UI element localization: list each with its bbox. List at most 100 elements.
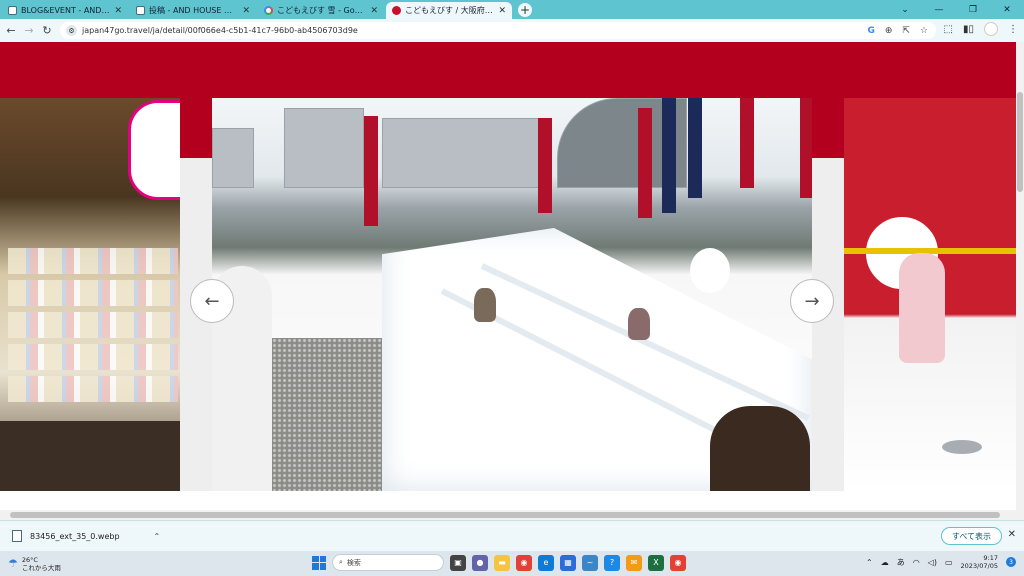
doc-icon [136, 6, 145, 15]
windows-start-icon[interactable] [312, 555, 326, 570]
toolbar-right: ⬚ ▮▯ ⋮ [944, 22, 1018, 36]
close-download-bar-icon[interactable]: ✕ [1008, 529, 1016, 540]
close-window-button[interactable]: ✕ [990, 5, 1024, 15]
tab-google-search[interactable]: こどもえびす 雪 - Google 検索 ✕ [258, 2, 384, 19]
tab-japan47go[interactable]: こどもえびす / 大阪府 -【JAPAN 4 ✕ [386, 2, 512, 19]
excel-icon[interactable]: X [648, 554, 664, 571]
url-text[interactable]: japan47go.travel/ja/detail/00f066e4-c5b1… [82, 26, 867, 35]
bookmark-star-icon[interactable]: ☆ [920, 26, 928, 36]
show-all-downloads-button[interactable]: すべて表示 [940, 527, 1002, 545]
vertical-scrollbar[interactable] [1016, 42, 1024, 520]
maximize-button[interactable]: ❐ [956, 5, 990, 15]
carousel-slide-next[interactable] [844, 98, 1016, 491]
carousel-slide-prev[interactable] [0, 98, 180, 491]
search-placeholder: 検索 [346, 558, 361, 567]
tab-label: 投稿 - AND HOUSE 奈良県香芝 [149, 6, 239, 15]
volume-icon[interactable]: ◁) [928, 558, 937, 567]
site-info-icon[interactable]: ⚙ [66, 25, 77, 36]
festival-banner [638, 108, 652, 218]
japan47go-icon [392, 6, 401, 15]
menu-kebab-icon[interactable]: ⋮ [1008, 24, 1018, 35]
tab-close-icon[interactable]: ✕ [242, 6, 250, 16]
chrome-icon[interactable]: ◉ [516, 554, 532, 571]
download-item-name[interactable]: 83456_ext_35_0.webp [30, 532, 120, 541]
tab-close-icon[interactable]: ✕ [370, 6, 378, 16]
share-icon[interactable]: ⇱ [902, 26, 910, 36]
google-icon [264, 6, 273, 15]
horizontal-scrollbar[interactable] [0, 510, 1016, 520]
window-controls: ⌄ — ❐ ✕ [888, 0, 1024, 19]
clock-date: 2023/07/05 [960, 562, 998, 570]
poster-row [8, 344, 178, 370]
tab-label: こどもえびす / 大阪府 -【JAPAN 4 [405, 6, 494, 15]
battery-icon[interactable]: ▭ [945, 558, 953, 567]
chevron-up-icon[interactable]: ⌃ [154, 532, 161, 541]
address-bar[interactable]: ⚙ japan47go.travel/ja/detail/00f066e4-c5… [60, 22, 936, 39]
child-sledding [628, 308, 650, 340]
onedrive-icon[interactable]: ☁ [881, 558, 889, 567]
browser-toolbar: ← → ↻ ⚙ japan47go.travel/ja/detail/00f06… [0, 19, 1024, 42]
help-icon[interactable]: ? [604, 554, 620, 571]
minimize-button[interactable]: — [922, 5, 956, 15]
poster-row [8, 312, 178, 338]
new-tab-button[interactable]: + [518, 3, 532, 17]
side-panel-icon[interactable]: ▮▯ [963, 24, 974, 35]
wifi-icon[interactable]: ◠ [913, 558, 920, 567]
ime-indicator[interactable]: あ [897, 557, 905, 568]
festival-banner [688, 98, 702, 198]
profile-avatar[interactable] [984, 22, 998, 36]
search-icon: ⌕ [339, 558, 343, 566]
forward-button[interactable]: → [20, 24, 38, 37]
zoom-icon[interactable]: ⊕ [885, 26, 893, 36]
scrollbar-thumb[interactable] [1017, 92, 1023, 192]
task-view-icon[interactable]: ▣ [450, 554, 466, 571]
festival-banner [740, 98, 754, 188]
child-foreground-right [710, 406, 810, 491]
signboard [128, 100, 180, 200]
reload-button[interactable]: ↻ [38, 24, 56, 37]
building [382, 118, 542, 188]
network-app-icon[interactable]: ~ [582, 554, 598, 571]
windows-taskbar: ☂ 26°C これから大雨 ⌕ 検索 ▣ ● ▬ ◉ e ▦ ~ ? ✉ X ◉… [0, 551, 1024, 576]
child-sledding [474, 288, 496, 322]
google-lens-icon[interactable]: G [867, 26, 874, 36]
clock-time: 9:17 [983, 554, 998, 562]
carousel-next-button[interactable]: → [790, 279, 834, 323]
weather-widget[interactable]: ☂ 26°C これから大雨 [8, 556, 61, 572]
file-icon [12, 530, 22, 542]
omnibox-actions: G ⊕ ⇱ ☆ [867, 26, 928, 36]
tab-and-house-post[interactable]: 投稿 - AND HOUSE 奈良県香芝 ✕ [130, 2, 256, 19]
mail-icon[interactable]: ✉ [626, 554, 642, 571]
carousel-slide-current[interactable] [212, 98, 812, 491]
weather-desc: これから大雨 [21, 563, 61, 572]
chevron-up-tray-icon[interactable]: ⌃ [866, 558, 873, 567]
file-explorer-icon[interactable]: ▬ [494, 554, 510, 571]
chrome-active-icon[interactable]: ◉ [670, 554, 686, 571]
tab-label: BLOG&EVENT - AND HOUSE 奈 [21, 6, 110, 15]
poster-row [8, 280, 178, 306]
header-band [0, 42, 1016, 98]
snowman [690, 248, 730, 293]
weather-temp: 26°C [21, 555, 38, 564]
tab-and-house-blog[interactable]: BLOG&EVENT - AND HOUSE 奈 ✕ [2, 2, 128, 19]
tab-search-icon[interactable]: ⌄ [888, 5, 922, 15]
extensions-icon[interactable]: ⬚ [944, 24, 953, 35]
building [284, 108, 364, 188]
notification-badge[interactable]: 3 [1006, 557, 1016, 567]
carousel-prev-button[interactable]: ← [190, 279, 234, 323]
scrollbar-thumb[interactable] [10, 512, 1000, 518]
clock[interactable]: 9:17 2023/07/05 [961, 554, 998, 570]
tab-close-icon[interactable]: ✕ [498, 6, 506, 16]
metal-bowl [942, 440, 982, 454]
system-tray: ⌃ ☁ あ ◠ ◁) ▭ 9:17 2023/07/05 3 [866, 554, 1016, 570]
edge-icon[interactable]: e [538, 554, 554, 571]
taskbar-search[interactable]: ⌕ 検索 [332, 554, 444, 571]
doc-icon [8, 6, 17, 15]
girl-playing-snow [899, 253, 945, 363]
chat-icon[interactable]: ● [472, 554, 488, 571]
festival-banner [800, 98, 812, 198]
back-button[interactable]: ← [2, 24, 20, 37]
tab-close-icon[interactable]: ✕ [114, 6, 122, 16]
store-icon[interactable]: ▦ [560, 554, 576, 571]
download-bar: 83456_ext_35_0.webp ⌃ すべて表示 ✕ [0, 520, 1024, 551]
